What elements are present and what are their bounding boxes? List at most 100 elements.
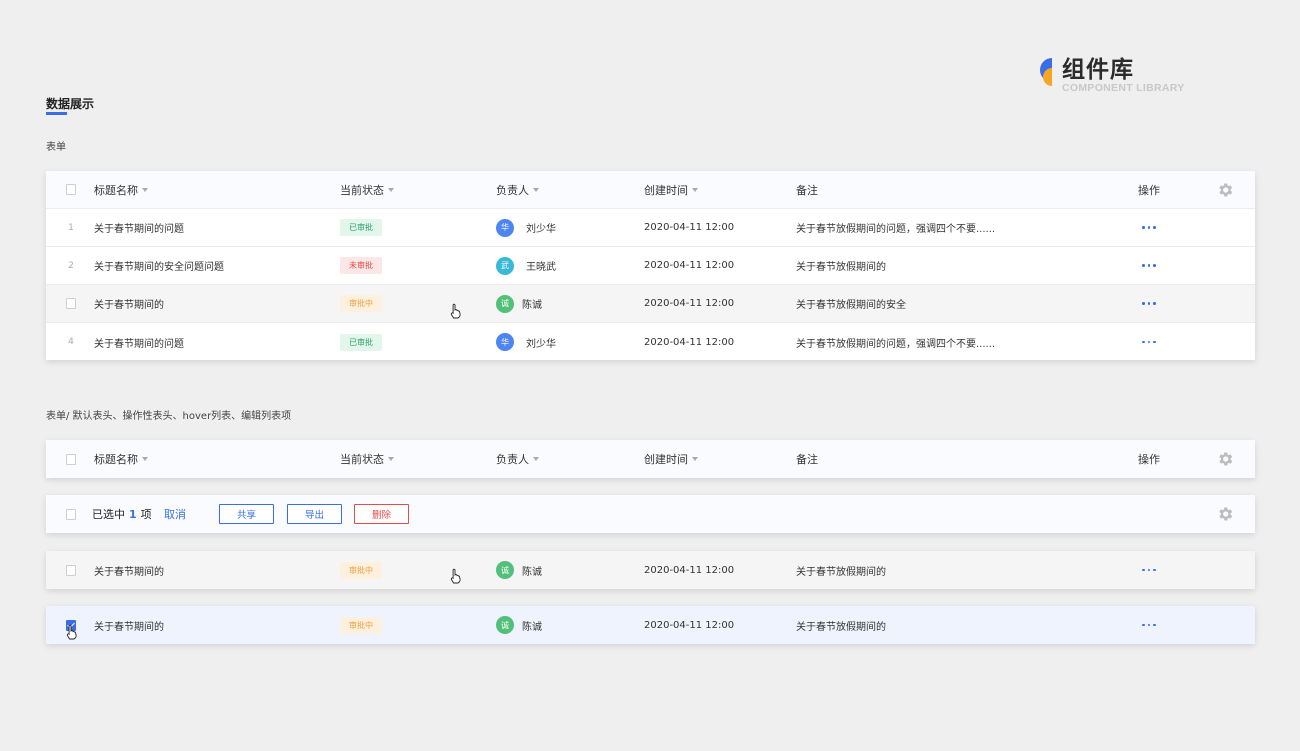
status-badge: 已审批: [340, 333, 382, 351]
sort-caret-icon: [388, 187, 394, 192]
table-row-hover[interactable]: 关于春节期间的 审批中 诚陈诚 2020-04-11 12:00 关于春节放假期…: [46, 285, 1255, 323]
owner-name: 陈诚: [522, 566, 542, 578]
header-note: 备注: [796, 183, 818, 197]
row-note: 关于春节放假期间的: [796, 621, 886, 633]
settings-gear-icon[interactable]: [1216, 495, 1234, 533]
section-title-underline: [46, 112, 67, 115]
row-time: 2020-04-11 12:00: [644, 222, 735, 233]
table1-header-row: 标题名称 当前状态 负责人 创建时间 备注 操作: [46, 171, 1255, 209]
owner-name: 王晓武: [526, 262, 556, 273]
more-actions-icon[interactable]: [1138, 247, 1156, 284]
row-time: 2020-04-11 12:00: [644, 298, 735, 309]
row-title: 关于春节期间的问题: [94, 224, 184, 235]
row-title: 关于春节期间的: [94, 566, 164, 578]
table2-hover-row-card: 关于春节期间的 审批中 诚陈诚 2020-04-11 12:00 关于春节放假期…: [46, 551, 1255, 589]
more-actions-icon[interactable]: [1138, 606, 1156, 644]
row-index: 4: [68, 337, 74, 347]
hand-cursor-icon: [450, 568, 461, 584]
header-note: 备注: [796, 453, 818, 466]
table-row-hover[interactable]: 关于春节期间的 审批中 诚陈诚 2020-04-11 12:00 关于春节放假期…: [46, 551, 1255, 589]
row-title: 关于春节期间的安全问题问题: [94, 262, 224, 273]
avatar: 武: [496, 256, 514, 275]
avatar: 华: [496, 218, 514, 237]
avatar: 诚: [496, 294, 514, 313]
table1-label: 表单: [46, 142, 66, 153]
status-badge: 审批中: [340, 561, 382, 579]
sort-caret-icon: [142, 187, 148, 192]
row-note: 关于春节放假期间的: [796, 262, 886, 273]
row-note: 关于春节放假期间的安全: [796, 300, 906, 311]
hand-cursor-icon: [66, 624, 77, 640]
brand-title: 组件库: [1062, 57, 1134, 83]
more-actions-icon[interactable]: [1138, 209, 1156, 246]
select-all-checkbox[interactable]: [66, 508, 76, 520]
row-title: 关于春节期间的: [94, 300, 164, 311]
table1: 标题名称 当前状态 负责人 创建时间 备注 操作 1 关于春节期间的问题 已审批…: [46, 171, 1255, 360]
sort-caret-icon: [388, 457, 394, 461]
row-time: 2020-04-11 12:00: [644, 564, 735, 576]
header-op: 操作: [1138, 183, 1160, 197]
more-actions-icon[interactable]: [1138, 285, 1156, 322]
row-index: 1: [68, 222, 74, 233]
cancel-selection-link[interactable]: 取消: [164, 506, 186, 522]
sort-caret-icon: [692, 187, 698, 192]
header-op: 操作: [1138, 453, 1160, 466]
row-checkbox[interactable]: [66, 564, 76, 576]
avatar: 诚: [496, 616, 514, 634]
sort-caret-icon: [533, 187, 539, 192]
table2-selected-row-card: 关于春节期间的 审批中 诚陈诚 2020-04-11 12:00 关于春节放假期…: [46, 606, 1255, 644]
owner-name: 刘少华: [526, 338, 556, 350]
table-row[interactable]: 4 关于春节期间的问题 已审批 华刘少华 2020-04-11 12:00 关于…: [46, 323, 1255, 361]
table2-action-header: 已选中 1 项 取消 共享 导出 删除: [46, 495, 1255, 533]
table2-header-row: 标题名称 当前状态 负责人 创建时间 备注 操作: [46, 440, 1255, 478]
row-title: 关于春节期间的: [94, 621, 164, 633]
table-row[interactable]: 2 关于春节期间的安全问题问题 未审批 武 王晓武 2020-04-11 12:0…: [46, 247, 1255, 285]
row-index: 2: [68, 260, 74, 271]
row-time: 2020-04-11 12:00: [644, 619, 735, 631]
brand-logo-icon: [1040, 58, 1052, 86]
sort-caret-icon: [692, 457, 698, 461]
sort-caret-icon: [142, 457, 148, 461]
select-all-checkbox[interactable]: [66, 453, 76, 465]
row-note: 关于春节放假期间的: [796, 566, 886, 578]
header-owner[interactable]: 负责人: [496, 171, 539, 208]
settings-gear-icon[interactable]: [1216, 171, 1234, 208]
table2-label: 表单/ 默认表头、操作性表头、hover列表、编辑列表项: [46, 411, 292, 422]
header-title[interactable]: 标题名称: [94, 440, 148, 478]
export-button[interactable]: 导出: [287, 504, 342, 524]
row-note: 关于春节放假期间的问题，强调四个不要......: [796, 224, 996, 235]
status-badge: 审批中: [340, 295, 382, 312]
sort-caret-icon: [533, 457, 539, 461]
row-note: 关于春节放假期间的问题，强调四个不要......: [796, 338, 996, 350]
more-actions-icon[interactable]: [1138, 323, 1156, 361]
delete-button[interactable]: 删除: [354, 504, 409, 524]
row-time: 2020-04-11 12:00: [644, 260, 735, 271]
owner-name: 陈诚: [522, 300, 542, 311]
table-row[interactable]: 1 关于春节期间的问题 已审批 华 刘少华 2020-04-11 12:00 关于…: [46, 209, 1255, 247]
table2-default-header: 标题名称 当前状态 负责人 创建时间 备注 操作: [46, 440, 1255, 478]
status-badge: 已审批: [340, 219, 382, 236]
brand-subtitle: COMPONENT LIBRARY: [1062, 82, 1185, 94]
avatar: 诚: [496, 561, 514, 579]
row-title: 关于春节期间的问题: [94, 338, 184, 350]
header-title[interactable]: 标题名称: [94, 171, 148, 208]
header-time[interactable]: 创建时间: [644, 440, 698, 478]
select-all-checkbox[interactable]: [66, 184, 76, 195]
status-badge: 审批中: [340, 616, 382, 634]
header-status[interactable]: 当前状态: [340, 440, 394, 478]
hand-cursor-icon: [450, 303, 461, 319]
settings-gear-icon[interactable]: [1216, 440, 1234, 478]
table-row-selected[interactable]: 关于春节期间的 审批中 诚陈诚 2020-04-11 12:00 关于春节放假期…: [46, 606, 1255, 644]
share-button[interactable]: 共享: [219, 504, 274, 524]
row-checkbox[interactable]: [66, 298, 76, 309]
header-owner[interactable]: 负责人: [496, 440, 539, 478]
row-time: 2020-04-11 12:00: [644, 336, 735, 348]
selection-count: 已选中 1 项: [92, 507, 152, 522]
more-actions-icon[interactable]: [1138, 551, 1156, 589]
section-title: 数据展示: [46, 97, 95, 111]
owner-name: 陈诚: [522, 621, 542, 633]
header-status[interactable]: 当前状态: [340, 171, 394, 208]
avatar: 华: [496, 333, 514, 351]
owner-name: 刘少华: [526, 224, 556, 235]
header-time[interactable]: 创建时间: [644, 171, 698, 208]
